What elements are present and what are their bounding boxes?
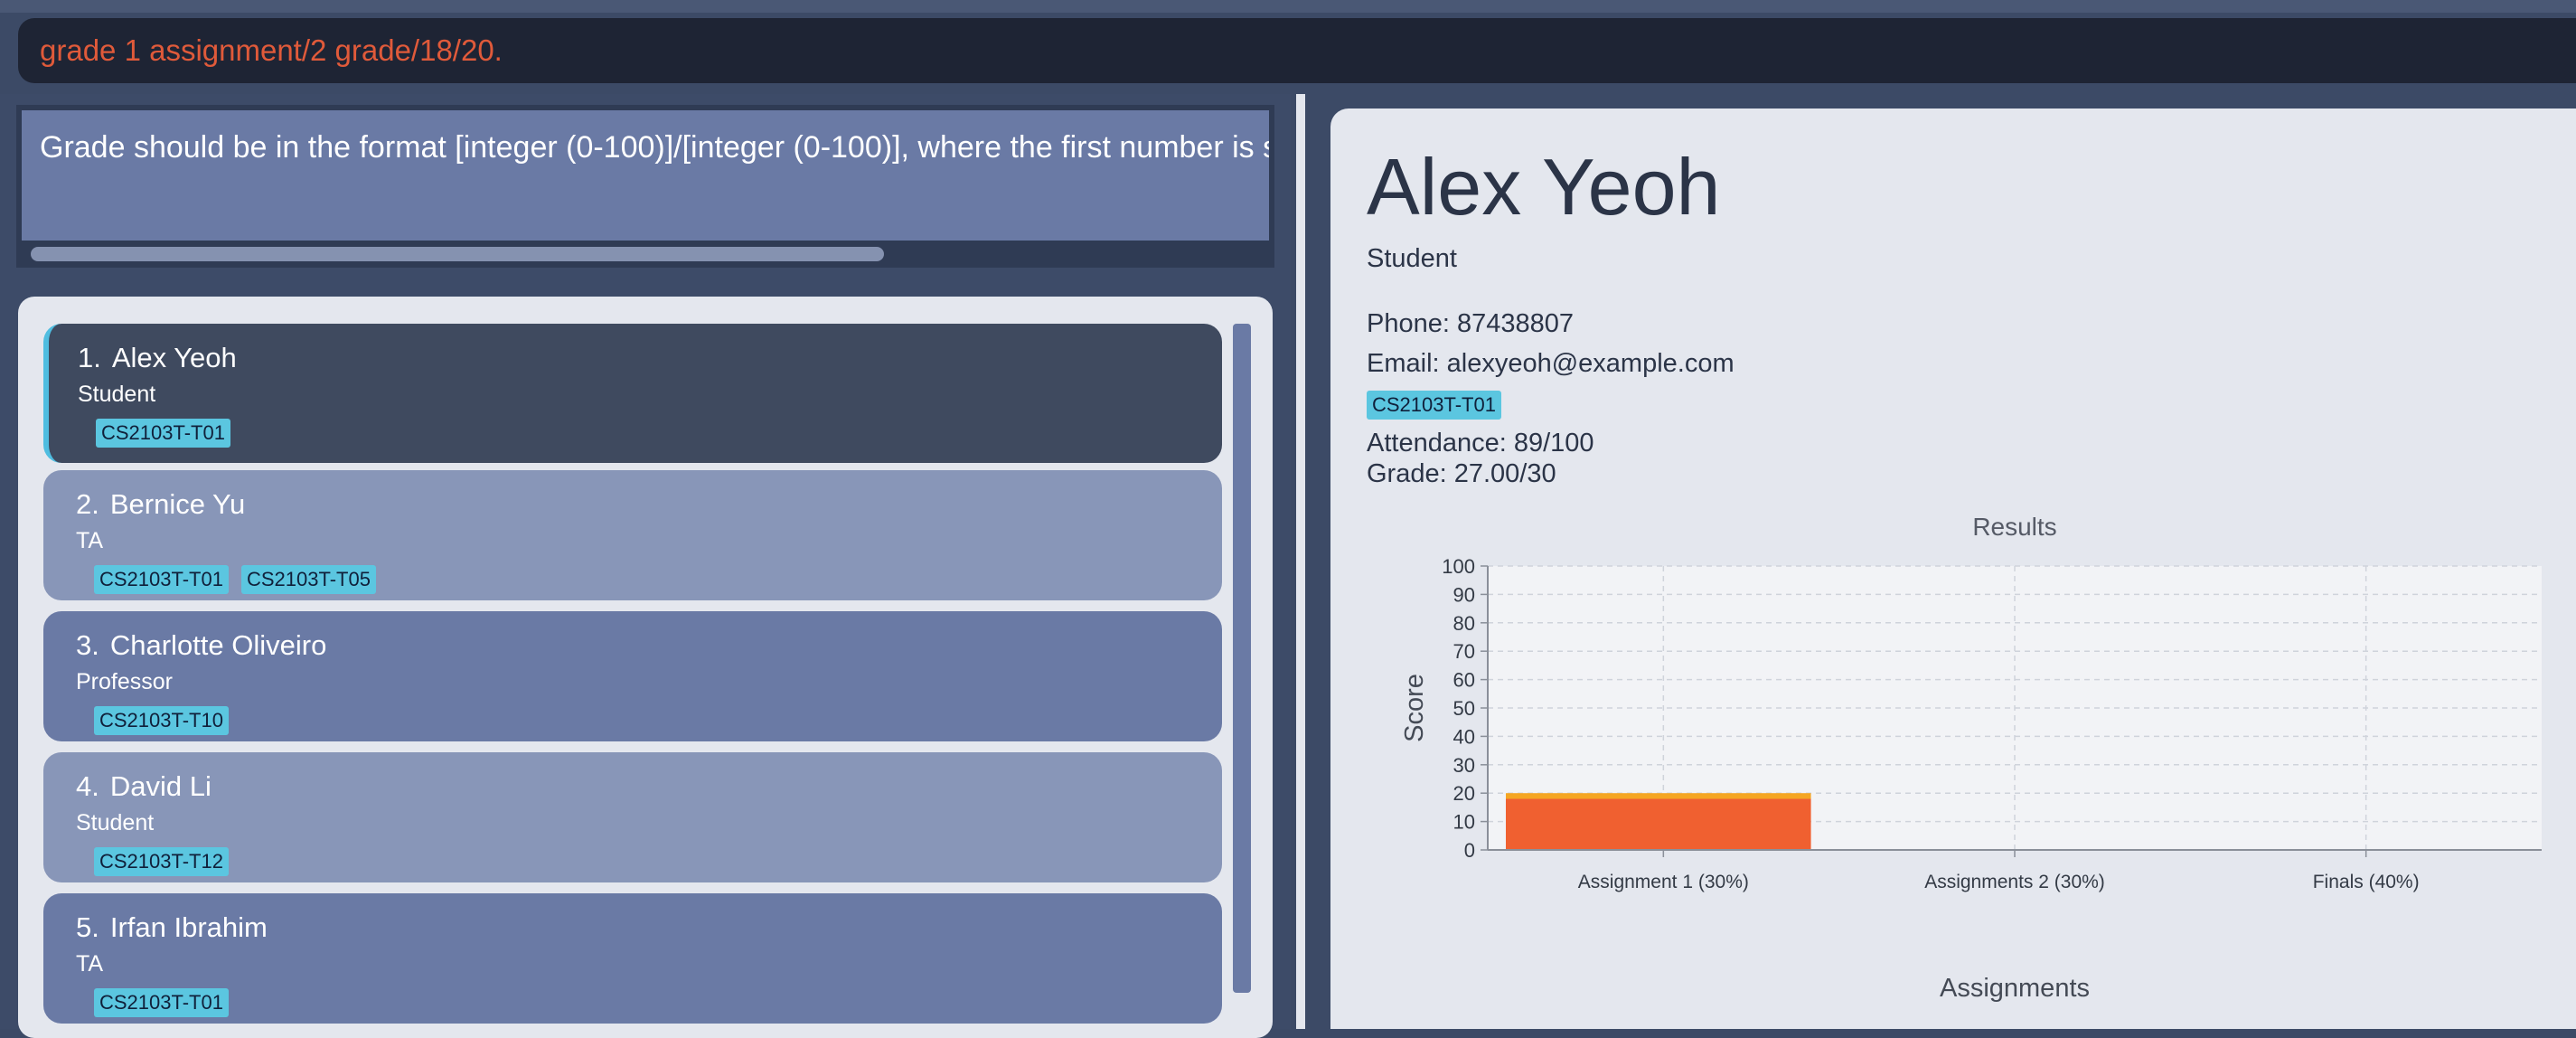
person-name: David Li	[109, 770, 212, 802]
x-axis-label: Assignments	[1940, 974, 2090, 1003]
person-index: 1.	[78, 342, 101, 373]
y-tick-label: 10	[1453, 811, 1475, 834]
y-tick-label: 0	[1464, 839, 1475, 862]
left-panel: Grade should be in the format [integer (…	[0, 94, 1291, 1038]
person-card-name-row: 5. Irfan Ibrahim	[76, 911, 1222, 944]
bar	[1506, 793, 1811, 799]
tag-badge: CS2103T-T12	[94, 847, 229, 876]
panel-divider[interactable]	[1296, 94, 1305, 1029]
result-box: Grade should be in the format [integer (…	[22, 110, 1269, 241]
person-tags: CS2103T-T01 CS2103T-T05	[94, 565, 1222, 594]
person-role: Professor	[76, 669, 173, 694]
person-card[interactable]: 5. Irfan Ibrahim TA CS2103T-T01	[43, 893, 1222, 1024]
result-display: Grade should be in the format [integer (…	[16, 105, 1274, 268]
person-index: 3.	[76, 629, 99, 661]
person-tags: CS2103T-T01	[94, 988, 1222, 1017]
person-name: Bernice Yu	[109, 488, 246, 520]
window-top-strip	[0, 0, 2576, 13]
result-message: Grade should be in the format [integer (…	[40, 130, 1269, 165]
person-card[interactable]: 3. Charlotte Oliveiro Professor CS2103T-T…	[43, 611, 1222, 741]
command-text: grade 1 assignment/2 grade/18/20.	[40, 33, 503, 67]
person-card-name-row: 1. Alex Yeoh	[78, 342, 1222, 374]
y-tick-label: 60	[1453, 669, 1475, 692]
bar	[1506, 798, 1811, 850]
x-tick-label: Finals (40%)	[2313, 872, 2420, 892]
x-tick-label: Assignment 1 (30%)	[1578, 872, 1749, 892]
person-card[interactable]: 4. David Li Student CS2103T-T12	[43, 752, 1222, 882]
command-input[interactable]: grade 1 assignment/2 grade/18/20.	[18, 18, 2576, 83]
result-scroll-thumb[interactable]	[31, 247, 884, 261]
person-role: TA	[76, 528, 104, 553]
details-phone: Phone: 87438807	[1367, 309, 1574, 338]
chart-title: Results	[1972, 513, 2056, 541]
person-index: 2.	[76, 488, 99, 520]
results-chart-svg: Results 0 10 20 30 40 50 60 70 80 90 100 Assignment …	[1349, 488, 2567, 1029]
details-attendance: Attendance: 89/100	[1367, 429, 1594, 458]
tag-badge: CS2103T-T01	[96, 419, 230, 448]
person-role: Student	[78, 382, 156, 407]
y-tick-label: 20	[1453, 782, 1475, 805]
person-card-name-row: 3. Charlotte Oliveiro	[76, 629, 1222, 662]
details-tag-badge: CS2103T-T01	[1367, 391, 1501, 420]
person-tags: CS2103T-T10	[94, 706, 1222, 735]
y-axis-label: Score	[1400, 674, 1429, 742]
person-card[interactable]: 1. Alex Yeoh Student CS2103T-T01	[43, 324, 1222, 463]
person-details-panel: Alex Yeoh Student Phone: 87438807 Email:…	[1330, 109, 2576, 1029]
y-tick-label: 80	[1453, 612, 1475, 635]
person-tags: CS2103T-T01	[96, 419, 1222, 448]
person-name: Alex Yeoh	[111, 342, 237, 373]
person-name: Charlotte Oliveiro	[109, 629, 327, 661]
tag-badge: CS2103T-T01	[94, 988, 229, 1017]
list-vertical-scrollbar[interactable]	[1233, 324, 1251, 993]
person-role: Student	[76, 810, 155, 835]
person-tags: CS2103T-T12	[94, 847, 1222, 876]
tag-badge: CS2103T-T05	[240, 565, 376, 594]
details-grade: Grade: 27.00/30	[1367, 459, 1556, 488]
person-name: Irfan Ibrahim	[109, 911, 268, 943]
y-tick-label: 50	[1453, 697, 1475, 720]
person-index: 4.	[76, 770, 99, 802]
tag-badge: CS2103T-T10	[94, 706, 229, 735]
person-list: 1. Alex Yeoh Student CS2103T-T01 2. Bernic…	[18, 297, 1273, 1038]
y-tick-label: 70	[1453, 640, 1475, 663]
details-name: Alex Yeoh	[1367, 142, 1721, 231]
y-tick-label: 40	[1453, 725, 1475, 748]
x-tick-label: Assignments 2 (30%)	[1924, 872, 2105, 892]
person-index: 5.	[76, 911, 99, 943]
person-card[interactable]: 2. Bernice Yu TA CS2103T-T01 CS2103T-T05	[43, 470, 1222, 600]
y-tick-label: 100	[1442, 555, 1475, 578]
details-email: Email: alexyeoh@example.com	[1367, 349, 1735, 378]
result-horizontal-scrollbar[interactable]	[22, 244, 1269, 264]
person-card-name-row: 4. David Li	[76, 770, 1222, 803]
results-chart: Results 0 10 20 30 40 50 60 70 80 90 100 Assignment …	[1349, 488, 2567, 1029]
y-tick-label: 30	[1453, 754, 1475, 777]
tag-badge: CS2103T-T01	[94, 565, 229, 594]
person-role: TA	[76, 951, 104, 977]
y-tick-label: 90	[1453, 583, 1475, 606]
person-card-name-row: 2. Bernice Yu	[76, 488, 1222, 521]
details-role: Student	[1367, 244, 1457, 273]
